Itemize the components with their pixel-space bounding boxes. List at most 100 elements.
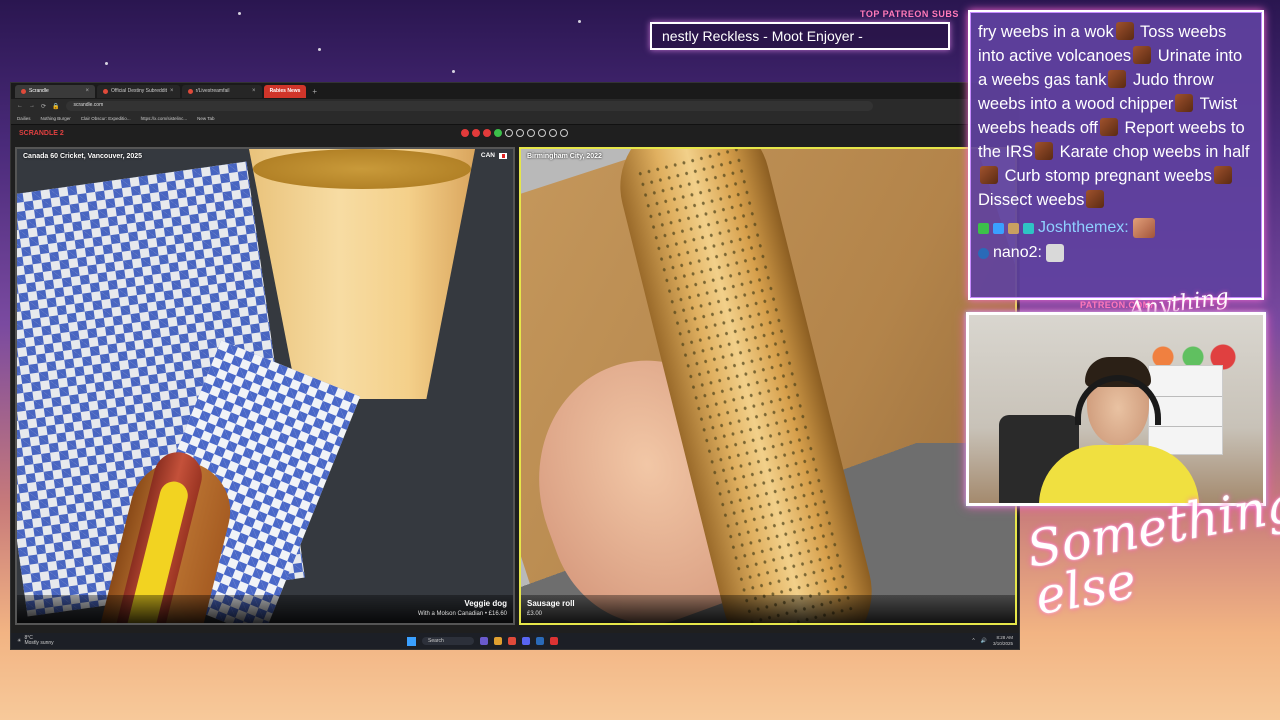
tab-bar: Scrandle × Official Destiny Subreddit × …: [11, 83, 1019, 99]
back-icon[interactable]: ←: [17, 103, 23, 109]
obs-icon[interactable]: [549, 637, 558, 645]
tab-label: r/Livestreamfail: [195, 88, 230, 94]
subs-ticker: nestly Reckless - Moot Enjoyer -: [650, 22, 950, 50]
top-subs-label: TOP PATREON SUBS: [860, 9, 959, 19]
card-location: Birmingham City, 2022: [527, 153, 602, 160]
round-dot: [549, 129, 557, 137]
close-icon[interactable]: ×: [252, 88, 256, 94]
emote-icon: [1099, 118, 1118, 136]
taskview-icon[interactable]: [479, 637, 488, 645]
round-dot: [560, 129, 568, 137]
sausage-roll-photo: [521, 149, 1015, 623]
round-dot: [538, 129, 546, 137]
weather-icon: ☀: [17, 638, 22, 644]
weather-widget[interactable]: ☀ 8°C Mostly sunny: [17, 636, 54, 646]
tab-livestreamfail[interactable]: r/Livestreamfail ×: [181, 84, 262, 98]
canada-flag-icon: [499, 152, 507, 159]
left-food-card[interactable]: Canada 60 Cricket, Vancouver, 2025 CAN V…: [15, 147, 515, 625]
tab-scrandle[interactable]: Scrandle ×: [15, 84, 95, 98]
badge-icon: [978, 247, 989, 259]
card-location: Canada 60 Cricket, Vancouver, 2025: [23, 153, 143, 160]
emote-icon: [1086, 190, 1105, 208]
clock-date: 3/10/2025: [992, 641, 1013, 646]
reload-icon[interactable]: ⟳: [41, 103, 46, 110]
chat-text-segment: fry weebs in a wok: [978, 23, 1114, 41]
card-caption: Sausage roll £3.00: [521, 595, 1015, 623]
address-input[interactable]: scrandle.com: [65, 101, 874, 111]
round-progress: [461, 129, 568, 137]
bookmark-dailies[interactable]: Dailies: [17, 116, 31, 121]
emote-icon: [1133, 46, 1152, 64]
bookmark-nothing-burger[interactable]: Nothing Burger: [41, 116, 71, 121]
emote-icon: [1035, 142, 1054, 160]
windows-start-icon[interactable]: [407, 636, 416, 646]
round-dot: [472, 129, 480, 137]
emote-icon: [1045, 244, 1064, 262]
dish-subtitle: £3.00: [527, 611, 543, 617]
tray-chevron-icon[interactable]: ^: [972, 638, 974, 644]
badge-icon: [978, 222, 989, 234]
chat-username[interactable]: Joshthemex:: [1038, 219, 1129, 237]
badge-icon: [993, 222, 1004, 234]
dish-name: Veggie dog: [464, 599, 507, 608]
country-code: CAN: [480, 152, 495, 159]
bookmarks-bar: Dailies Nothing Burger Clair Obscur: Exp…: [11, 113, 1019, 125]
browser-window: Scrandle × Official Destiny Subreddit × …: [10, 82, 1020, 650]
discord-icon[interactable]: [521, 637, 530, 645]
emote-icon: [1213, 166, 1232, 184]
emote-icon: [1115, 22, 1134, 40]
chat-username[interactable]: nano2:: [993, 244, 1042, 262]
reddit-icon: [103, 88, 108, 94]
round-dot: [483, 129, 491, 137]
chat-text-segment: Karate chop weebs in half: [1059, 143, 1250, 161]
close-icon[interactable]: ×: [85, 88, 89, 94]
veggie-dog-photo: [17, 149, 513, 623]
game-title: SCRANDLE 2: [19, 129, 64, 137]
emote-icon: [980, 166, 998, 184]
chat-line-joshthemex: Joshthemex:: [978, 218, 1254, 238]
round-dot: [516, 129, 524, 137]
chat-text-segment: Dissect weebs: [978, 191, 1085, 209]
round-dot: [505, 129, 513, 137]
clock[interactable]: 8:28 AM 3/10/2025: [993, 635, 1013, 647]
system-tray: ^ 🔊 8:28 AM 3/10/2025: [972, 635, 1013, 647]
dish-name: Sausage roll: [527, 599, 575, 608]
emote-icon: [1132, 218, 1155, 238]
round-dot: [527, 129, 535, 137]
taskbar-search[interactable]: Search: [422, 637, 474, 645]
game-header: SCRANDLE 2 20: [11, 125, 1019, 141]
forward-icon[interactable]: →: [29, 103, 35, 109]
badge-icon: [1008, 222, 1019, 234]
badge-icon: [1023, 222, 1034, 234]
chat-line-nano2: nano2:: [978, 244, 1254, 262]
volume-icon[interactable]: 🔊: [981, 638, 987, 644]
emote-icon: [1108, 70, 1127, 88]
tab-favicon-icon: [21, 88, 26, 94]
steam-icon[interactable]: [535, 637, 544, 645]
tab-rabies-news[interactable]: Rabies News: [263, 84, 307, 98]
tab-label: Official Destiny Subreddit: [111, 88, 168, 94]
tab-label: Scrandle: [29, 88, 49, 94]
windows-taskbar: ☀ 8°C Mostly sunny Search ^ 🔊 8:28 AM 3/…: [11, 633, 1019, 649]
webcam-feed: [966, 312, 1266, 506]
chrome-icon[interactable]: [507, 637, 516, 645]
emote-icon: [1175, 94, 1194, 112]
lock-icon: 🔒: [52, 103, 60, 110]
right-food-card[interactable]: Birmingham City, 2022 Sausage roll £3.00: [519, 147, 1017, 625]
file-explorer-icon[interactable]: [493, 637, 502, 645]
bookmark-clair-obscur[interactable]: Clair Obscur: Expeditio...: [81, 116, 131, 121]
card-caption: Veggie dog With a Molson Canadian • £16.…: [17, 595, 513, 623]
close-icon[interactable]: ×: [170, 88, 174, 94]
round-dot: [494, 129, 502, 137]
reddit-icon: [187, 88, 193, 94]
new-tab-button[interactable]: +: [308, 87, 321, 96]
chat-panel: fry weebs in a wok Toss weebs into activ…: [968, 10, 1264, 300]
chat-text-segment: Curb stomp pregnant weebs: [1004, 167, 1212, 185]
bookmark-new-tab[interactable]: New Tab: [197, 116, 214, 121]
country-badge: CAN: [481, 152, 507, 159]
weather-desc: Mostly sunny: [24, 640, 54, 646]
bookmark-x-link[interactable]: https://x.com/sistelinc...: [141, 116, 188, 121]
tab-destiny-subreddit[interactable]: Official Destiny Subreddit ×: [97, 84, 180, 98]
dish-subtitle: With a Molson Canadian • £16.60: [417, 611, 507, 617]
address-bar-row: ← → ⟳ 🔒 scrandle.com ⤓ ✦: [11, 99, 1019, 113]
